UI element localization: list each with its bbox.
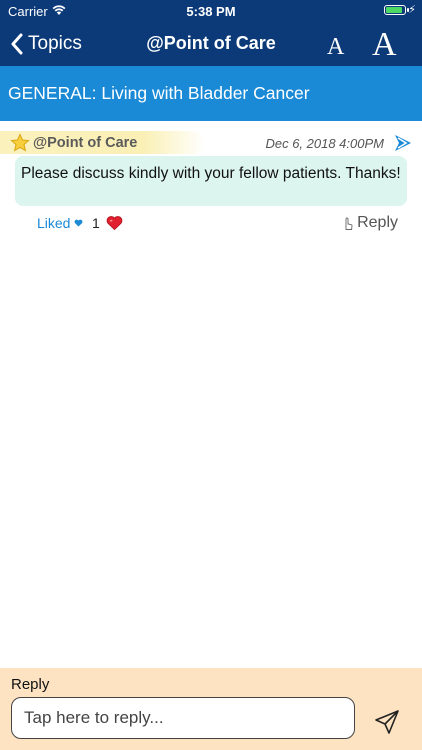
battery-fill [386,7,403,13]
post-date: Dec 6, 2018 4:00PM [265,136,384,151]
nav-bar: Topics @Point of Care A A [0,22,422,66]
post-author[interactable]: @Point of Care [33,135,137,151]
reply-panel: Reply [0,668,422,750]
status-time: 5:38 PM [186,4,236,19]
star-icon [10,133,30,152]
topic-header: GENERAL: Living with Bladder Cancer [0,66,422,121]
topic-title: GENERAL: Living with Bladder Cancer [8,83,310,103]
status-bar: Carrier 5:38 PM ⚡ [0,0,422,22]
top-chrome: Carrier 5:38 PM ⚡ Topics @Point of Care … [0,0,422,66]
send-icon[interactable] [374,709,400,735]
reply-button[interactable]: Reply [343,214,398,232]
post-message: Please discuss kindly with your fellow p… [15,156,407,206]
battery-icon [384,5,409,15]
heart-icon[interactable] [106,215,123,231]
charging-icon: ⚡ [408,4,416,16]
reply-label: Reply [357,214,398,231]
pointing-hand-icon [345,217,353,230]
small-heart-icon [74,219,83,227]
reply-panel-label: Reply [11,676,50,693]
page-title: @Point of Care [146,33,276,53]
font-size-decrease-button[interactable]: A [327,34,344,61]
like-count: 1 [92,215,100,231]
liked-button[interactable]: Liked [37,215,70,231]
share-icon[interactable] [392,132,414,154]
reply-input[interactable] [11,697,355,739]
font-size-increase-button[interactable]: A [372,26,397,64]
